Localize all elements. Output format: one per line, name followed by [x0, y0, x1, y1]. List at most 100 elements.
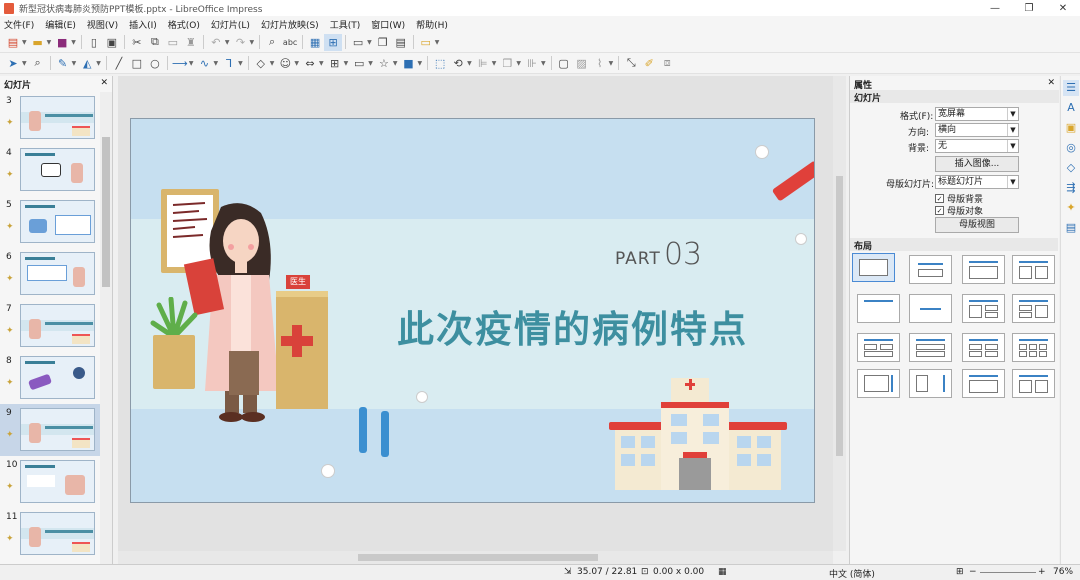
- menu-file[interactable]: 文件(F): [4, 18, 34, 31]
- find-replace-icon[interactable]: ⌕: [263, 34, 281, 51]
- copy-icon[interactable]: ⧉: [146, 34, 164, 51]
- filter-dropdown-icon[interactable]: ▼: [609, 60, 614, 67]
- layout-title-content-over-content[interactable]: [909, 333, 952, 362]
- grid-icon[interactable]: ▦: [306, 34, 324, 51]
- slide-editing-area[interactable]: 医生 PART 03 此次疫情的病例特点: [118, 76, 833, 551]
- master-objects-checkbox[interactable]: ✓ 母版对象: [935, 204, 983, 217]
- slides-pane-close-icon[interactable]: ✕: [100, 78, 108, 88]
- menu-slideshow[interactable]: 幻灯片放映(S): [261, 18, 319, 31]
- master-slides-tab-icon[interactable]: ▤: [1063, 220, 1079, 236]
- layout-title-2-content[interactable]: [1012, 255, 1055, 284]
- redo-icon[interactable]: ↷: [232, 34, 250, 51]
- helplines-icon[interactable]: ⊞: [324, 33, 343, 51]
- flowchart-icon[interactable]: ⊞: [326, 55, 344, 72]
- menu-slide[interactable]: 幻灯片(L): [211, 18, 250, 31]
- align-dropdown-icon[interactable]: ▼: [492, 60, 497, 67]
- block-arrows-dropdown-icon[interactable]: ▼: [319, 60, 324, 67]
- slide-thumbnail[interactable]: 3 ✦: [0, 92, 100, 144]
- line-color-dropdown-icon[interactable]: ▼: [72, 60, 77, 67]
- menu-window[interactable]: 窗口(W): [371, 18, 405, 31]
- slide-title[interactable]: 此次疫情的病例特点: [397, 299, 748, 353]
- slide-thumbnail-selected[interactable]: 9 ✦: [0, 404, 100, 456]
- select-arrow-icon[interactable]: ➤: [4, 55, 22, 72]
- distribute-dropdown-icon[interactable]: ▼: [541, 60, 546, 67]
- vertical-scrollbar[interactable]: [833, 76, 846, 551]
- glue-points-icon[interactable]: ⧈: [658, 55, 676, 72]
- close-button[interactable]: ✕: [1046, 3, 1080, 14]
- new-dropdown-icon[interactable]: ▼: [22, 39, 27, 46]
- menu-tools[interactable]: 工具(T): [330, 18, 361, 31]
- layout-title-content-2-content[interactable]: [1012, 294, 1055, 323]
- arrange-dropdown-icon[interactable]: ▼: [516, 60, 521, 67]
- slide-thumbnail[interactable]: 10 ✦: [0, 456, 100, 508]
- slide-thumbnail[interactable]: 11 ✦: [0, 508, 100, 560]
- line-color-icon[interactable]: ✎: [54, 55, 72, 72]
- stars-icon[interactable]: ☆: [375, 55, 393, 72]
- layout-title-vertical-text[interactable]: [962, 369, 1005, 398]
- layout-title-2-content-content[interactable]: [962, 294, 1005, 323]
- callouts-icon[interactable]: ▭: [350, 55, 368, 72]
- redo-dropdown-icon[interactable]: ▼: [250, 39, 255, 46]
- hide-slide-icon[interactable]: ▤: [392, 34, 410, 51]
- layout-section-header[interactable]: 布局: [850, 238, 1058, 252]
- symbol-shapes-dropdown-icon[interactable]: ▼: [294, 60, 299, 67]
- start-slideshow-icon[interactable]: ▭: [417, 34, 435, 51]
- master-slide-icon[interactable]: ❐: [374, 34, 392, 51]
- layout-title-2-content-over[interactable]: [857, 333, 900, 362]
- slide-section-header[interactable]: 幻灯片: [850, 90, 1059, 104]
- zoom-icon[interactable]: ⌕: [29, 55, 47, 72]
- slide-thumbnail[interactable]: 5 ✦: [0, 196, 100, 248]
- basic-shapes-icon[interactable]: ◇: [252, 55, 270, 72]
- distribute-icon[interactable]: ⊪: [523, 55, 541, 72]
- basic-shapes-dropdown-icon[interactable]: ▼: [270, 60, 275, 67]
- symbol-shapes-icon[interactable]: ☺: [276, 55, 294, 72]
- menu-help[interactable]: 帮助(H): [416, 18, 448, 31]
- navigator-tab-icon[interactable]: ◎: [1063, 140, 1079, 156]
- properties-tab-icon[interactable]: ☰: [1063, 80, 1079, 96]
- horizontal-scrollbar[interactable]: [118, 551, 833, 564]
- arrow-line-dropdown-icon[interactable]: ▼: [189, 60, 194, 67]
- layout-centered-text[interactable]: [909, 294, 952, 323]
- new-icon[interactable]: ▤: [4, 34, 22, 51]
- layout-vertical-title-text[interactable]: [857, 369, 900, 398]
- undo-icon[interactable]: ↶: [207, 34, 225, 51]
- save-dropdown-icon[interactable]: ▼: [71, 39, 76, 46]
- zoom-out-icon[interactable]: −: [969, 567, 977, 577]
- fit-slide-icon[interactable]: ⊞: [956, 567, 964, 577]
- layout-title-content[interactable]: [962, 255, 1005, 284]
- shapes-tab-icon[interactable]: ◇: [1063, 160, 1079, 176]
- slide-thumbnail[interactable]: 4 ✦: [0, 144, 100, 196]
- block-arrows-icon[interactable]: ⇔: [301, 55, 319, 72]
- fill-color-dropdown-icon[interactable]: ▼: [96, 60, 101, 67]
- minimize-button[interactable]: —: [978, 3, 1012, 14]
- scrollbar-thumb[interactable]: [836, 176, 843, 456]
- export-pdf-icon[interactable]: ▯: [85, 34, 103, 51]
- connector-dropdown-icon[interactable]: ▼: [238, 60, 243, 67]
- crop-icon[interactable]: ▨: [573, 55, 591, 72]
- menu-view[interactable]: 视图(V): [87, 18, 118, 31]
- 3d-objects-dropdown-icon[interactable]: ▼: [418, 60, 423, 67]
- curve-dropdown-icon[interactable]: ▼: [214, 60, 219, 67]
- fill-color-icon[interactable]: ◭: [78, 55, 96, 72]
- background-select[interactable]: 无 ▼: [935, 139, 1019, 153]
- toggle-extrusion-icon[interactable]: ⤡: [622, 55, 640, 72]
- restore-button[interactable]: ❐: [1012, 3, 1046, 14]
- menu-insert[interactable]: 插入(I): [129, 18, 157, 31]
- callouts-dropdown-icon[interactable]: ▼: [368, 60, 373, 67]
- slide-transition-tab-icon[interactable]: ⇶: [1063, 180, 1079, 196]
- points-icon[interactable]: ⬚: [431, 55, 449, 72]
- zoom-level[interactable]: 76%: [1053, 567, 1073, 577]
- save-icon[interactable]: ■: [53, 34, 71, 51]
- part-label[interactable]: PART 03: [615, 237, 702, 272]
- orientation-select[interactable]: 横向 ▼: [935, 123, 1019, 137]
- animation-tab-icon[interactable]: ✦: [1063, 200, 1079, 216]
- layout-vertical-title-text-chart[interactable]: [909, 369, 952, 398]
- slide-thumbnail[interactable]: 8 ✦: [0, 352, 100, 404]
- rotate-icon[interactable]: ⟲: [449, 55, 467, 72]
- select-dropdown-icon[interactable]: ▼: [22, 60, 27, 67]
- scrollbar-thumb[interactable]: [102, 137, 110, 287]
- ellipse-icon[interactable]: ○: [146, 55, 164, 72]
- layout-blank[interactable]: [852, 253, 895, 282]
- rotate-dropdown-icon[interactable]: ▼: [467, 60, 472, 67]
- open-dropdown-icon[interactable]: ▼: [47, 39, 52, 46]
